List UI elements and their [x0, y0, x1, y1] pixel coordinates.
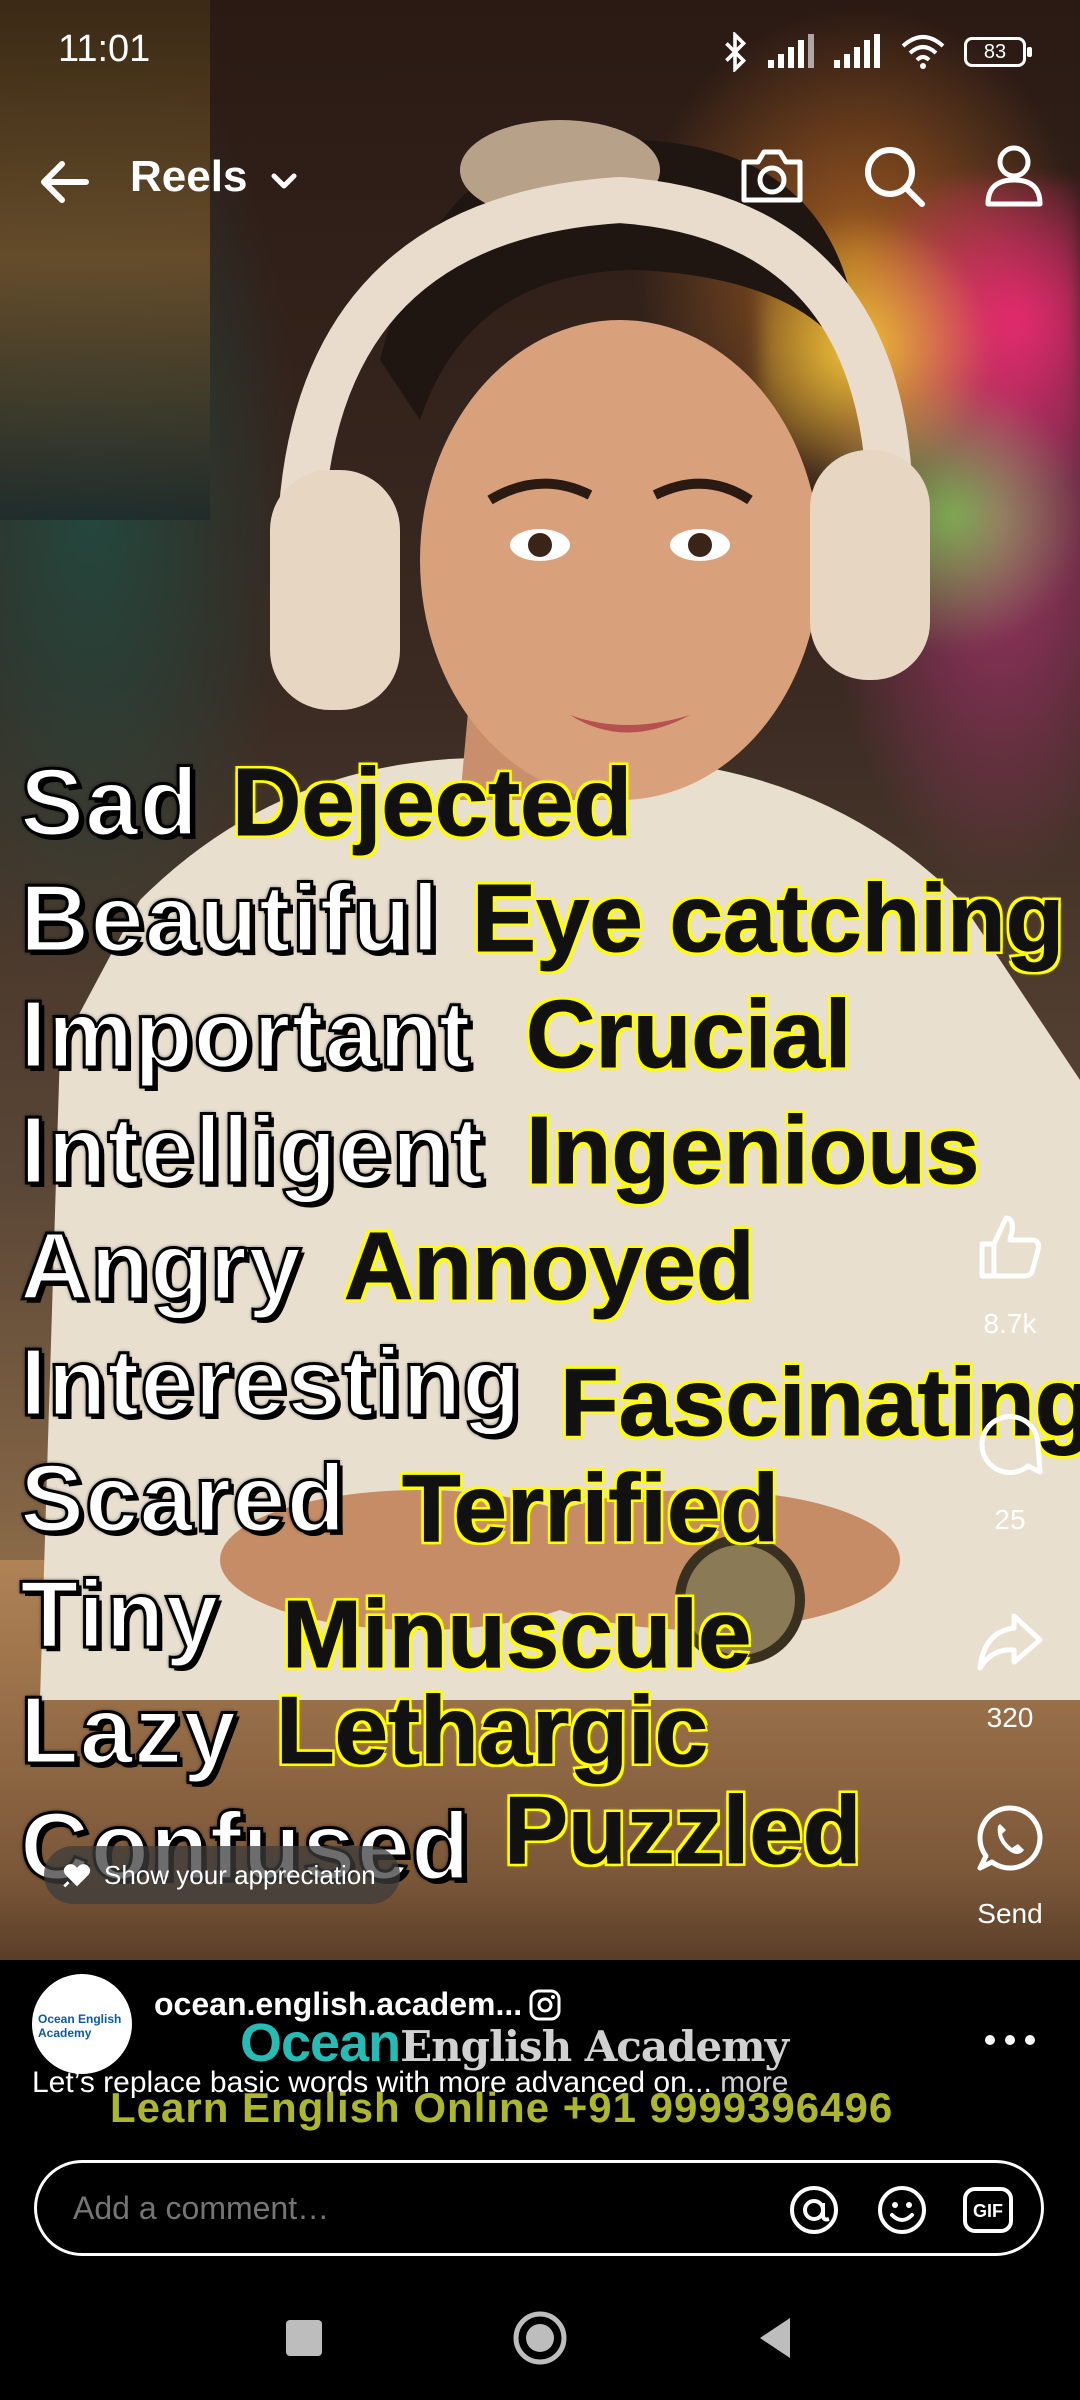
vocab-row: Scared Terrified: [18, 1444, 1080, 1563]
basic-word: Beautiful: [19, 864, 441, 974]
clock: 11:01: [58, 28, 151, 70]
advanced-word: Ingenious: [525, 1097, 980, 1205]
advanced-word: Crucial: [525, 981, 852, 1089]
search-icon[interactable]: [856, 138, 932, 214]
vocab-row: Interesting Fascinating: [19, 1328, 1080, 1457]
comment-action[interactable]: 25: [940, 1406, 1080, 1536]
basic-word: Intelligent: [18, 1096, 485, 1206]
bluetooth-icon: [725, 32, 747, 72]
caption-text: Let’s replace basic words with more adva…: [32, 2066, 721, 2099]
advanced-word: Annoyed: [344, 1213, 756, 1321]
appreciation-label: Show your appreciation: [104, 1859, 376, 1890]
basic-word: Tiny: [19, 1560, 221, 1670]
like-count: 8.7k: [983, 1308, 1037, 1339]
like-action[interactable]: 8.7k: [940, 1210, 1080, 1340]
reel-video[interactable]: Sad Dejected Beautiful Eye catching Impo…: [0, 0, 1080, 1960]
share-arrow-icon[interactable]: [972, 1604, 1048, 1680]
comment-input[interactable]: [71, 2189, 775, 2228]
comment-bubble-icon[interactable]: [972, 1406, 1048, 1482]
vocab-row: Important Crucial: [19, 980, 1080, 1096]
signal-icon: [834, 34, 880, 68]
watermark-brand-sub: English Academy: [400, 2022, 789, 2071]
back-arrow-icon[interactable]: [36, 150, 100, 214]
username[interactable]: ocean.english.academ...: [154, 1986, 522, 2023]
send-label: Send: [977, 1898, 1043, 1929]
avatar[interactable]: Ocean English Academy: [32, 1974, 132, 2074]
page-title[interactable]: Reels: [130, 152, 247, 202]
post-info: OceanEnglish Academy Learn English Onlin…: [0, 1960, 1080, 2140]
signal-icon: [768, 34, 814, 68]
vocab-row: Sad Dejected: [18, 748, 1080, 864]
basic-word: Scared: [18, 1444, 347, 1554]
more-options-icon[interactable]: [980, 2030, 1040, 2050]
vocab-row: Intelligent Ingenious: [18, 1096, 1080, 1212]
advanced-word: Eye catching: [471, 865, 1065, 973]
comment-count: 25: [994, 1504, 1026, 1535]
back-triangle-icon[interactable]: [746, 2308, 806, 2368]
basic-word: Sad: [18, 748, 200, 858]
svg-text:GIF: GIF: [973, 2201, 1003, 2221]
post-caption[interactable]: Let’s replace basic words with more adva…: [32, 2066, 789, 2100]
vocabulary-overlay: Sad Dejected Beautiful Eye catching Impo…: [18, 748, 1080, 1908]
basic-word: Important: [19, 980, 473, 1090]
sparkle-heart-icon: [63, 1864, 91, 1888]
show-appreciation-button[interactable]: Show your appreciation: [44, 1846, 400, 1904]
wifi-icon: [901, 35, 945, 69]
share-action[interactable]: 320: [940, 1604, 1080, 1734]
mention-icon[interactable]: [787, 2183, 841, 2237]
home-circle-icon[interactable]: [510, 2308, 570, 2368]
instagram-icon: [529, 1989, 561, 2021]
avatar-text: Ocean English Academy: [38, 2012, 122, 2040]
reels-header: Reels: [0, 130, 1080, 230]
advanced-word: Dejected: [231, 749, 633, 857]
whatsapp-icon[interactable]: [972, 1800, 1048, 1876]
emoji-icon[interactable]: [875, 2183, 929, 2237]
chevron-down-icon[interactable]: [266, 164, 302, 200]
system-nav-bar: [0, 2280, 1080, 2400]
basic-word: Interesting: [19, 1328, 523, 1438]
vocab-row: Tiny Minuscule: [19, 1560, 1080, 1689]
vocab-row: Angry Annoyed: [18, 1212, 1080, 1328]
profile-icon[interactable]: [976, 138, 1052, 214]
status-bar: 11:01 83: [0, 0, 1080, 100]
caption-more-link[interactable]: more: [720, 2066, 788, 2099]
basic-word: Lazy: [18, 1676, 238, 1786]
camera-icon[interactable]: [734, 138, 810, 214]
thumbs-up-icon[interactable]: [972, 1210, 1048, 1286]
advanced-word: Puzzled: [503, 1777, 862, 1885]
comment-bar: GIF: [34, 2160, 1044, 2256]
vocab-row: Lazy Lethargic: [18, 1676, 1080, 1792]
battery-level: 83: [983, 41, 1007, 63]
recents-square-icon[interactable]: [274, 2308, 334, 2368]
gif-icon[interactable]: GIF: [961, 2183, 1015, 2237]
share-count: 320: [986, 1702, 1034, 1733]
basic-word: Angry: [18, 1212, 303, 1322]
send-whatsapp-action[interactable]: Send: [940, 1800, 1080, 1930]
advanced-word: Lethargic: [275, 1677, 709, 1785]
advanced-word: Minuscule: [281, 1581, 752, 1689]
battery-icon: 83: [964, 37, 1032, 67]
advanced-word: Terrified: [402, 1455, 780, 1563]
vocab-row: Beautiful Eye catching: [19, 864, 1080, 980]
status-icons: 83: [720, 30, 1032, 74]
reels-screen: Sad Dejected Beautiful Eye catching Impo…: [0, 0, 1080, 2400]
